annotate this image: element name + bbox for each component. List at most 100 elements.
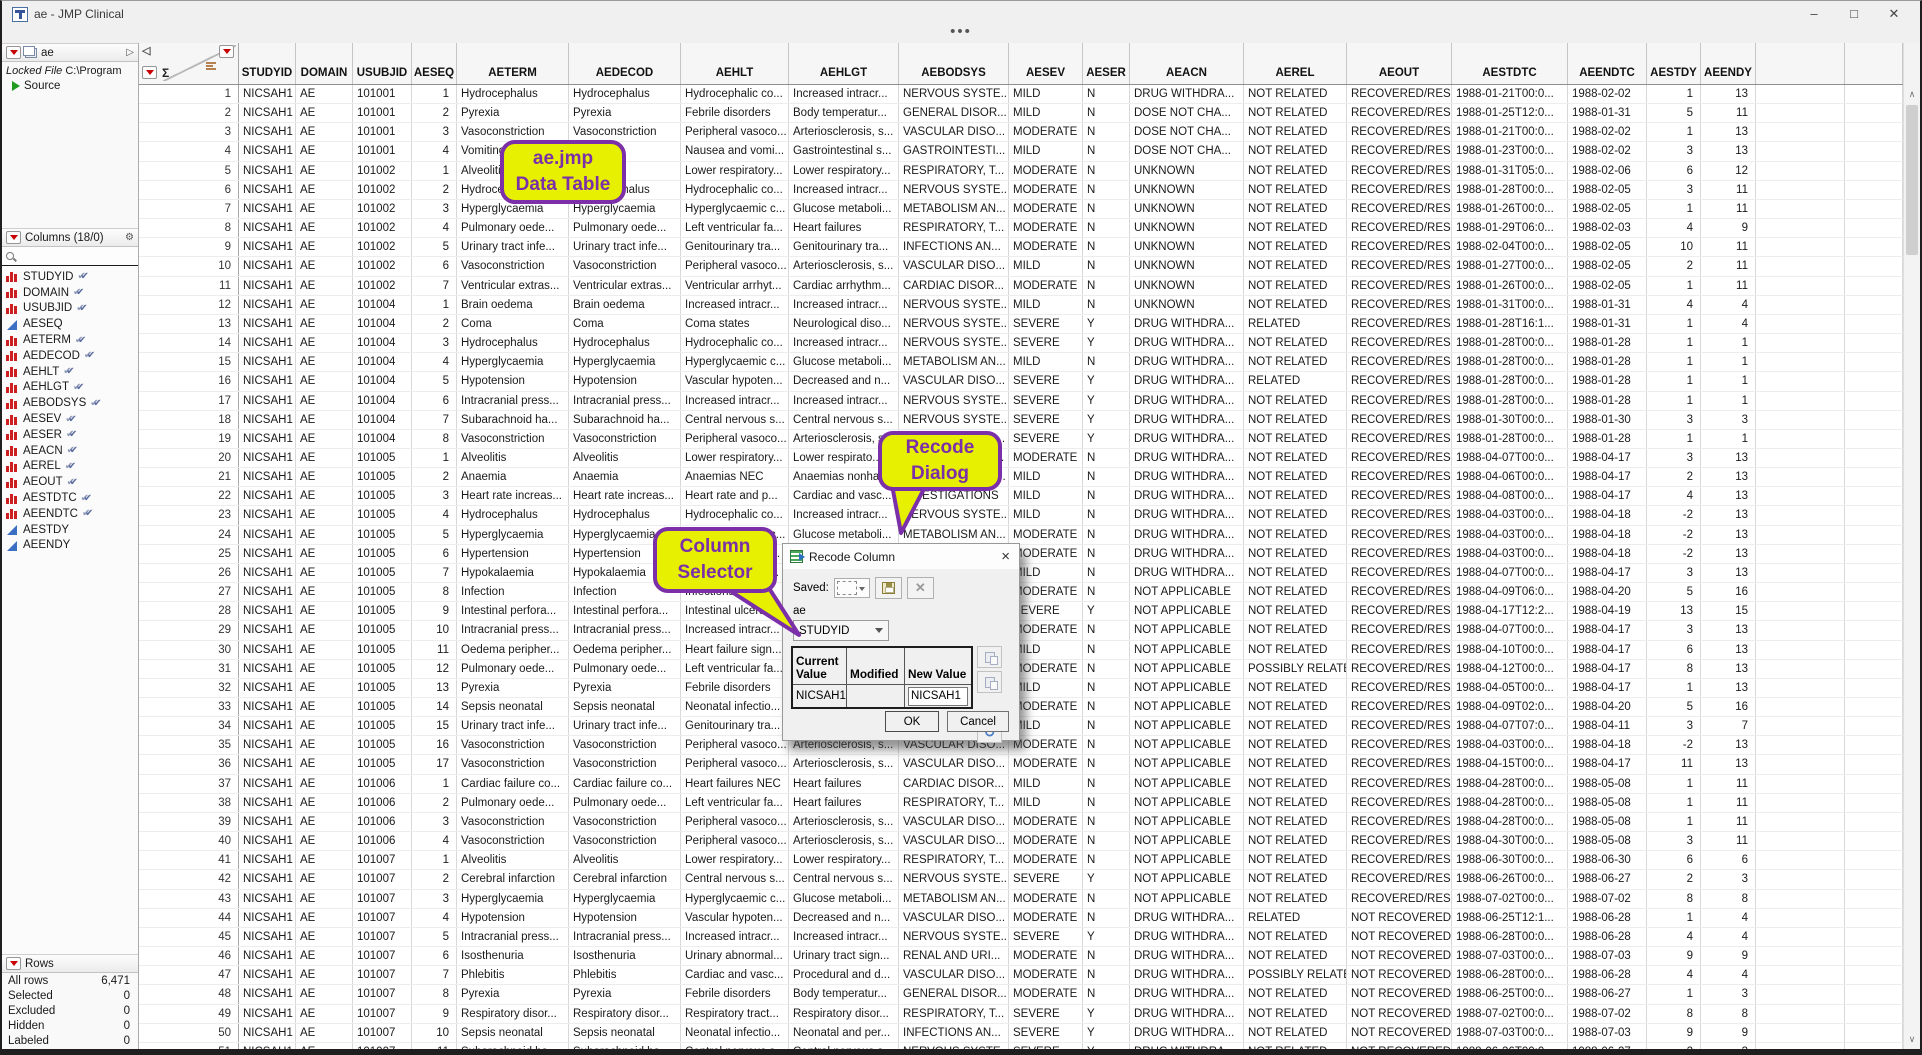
table-cell[interactable]: 1988-04-30T00:0... (1452, 832, 1568, 850)
table-cell[interactable]: MILD (1009, 641, 1083, 659)
table-cell[interactable]: NICSAH1 (239, 123, 296, 141)
table-cell[interactable]: 7 (412, 564, 457, 582)
table-cell[interactable]: AE (296, 583, 353, 601)
table-cell[interactable]: AE (296, 277, 353, 295)
table-cell[interactable]: RECOVERED/RES... (1347, 775, 1452, 793)
table-cell[interactable]: UNKNOWN (1130, 219, 1244, 237)
table-cell[interactable]: 9 (1701, 1024, 1756, 1042)
sidebar-column-item-aestdy[interactable]: AESTDY (2, 522, 138, 538)
table-cell[interactable]: 11 (412, 1043, 457, 1049)
table-cell[interactable]: Nausea and vomi... (681, 142, 789, 160)
table-cell[interactable]: 101001 (353, 104, 412, 122)
table-cell[interactable]: MILD (1009, 353, 1083, 371)
row-number[interactable]: 37 (139, 775, 239, 793)
table-cell[interactable] (1756, 966, 1845, 984)
table-cell[interactable]: DRUG WITHDRA... (1130, 468, 1244, 486)
table-cell[interactable]: Hypotension (569, 372, 681, 390)
table-cell[interactable] (1756, 851, 1845, 869)
table-cell[interactable]: 1 (412, 162, 457, 180)
table-cell[interactable]: NICSAH1 (239, 353, 296, 371)
table-cell[interactable]: NICSAH1 (239, 698, 296, 716)
table-cell[interactable]: 5 (1647, 583, 1701, 601)
table-cell[interactable]: 1988-04-18 (1568, 506, 1647, 524)
table-cell[interactable]: MODERATE (1009, 736, 1083, 754)
table-cell[interactable] (1845, 564, 1903, 582)
table-cell[interactable]: N (1083, 641, 1130, 659)
table-cell[interactable]: MILD (1009, 296, 1083, 314)
table-cell[interactable]: 1988-07-02 (1568, 1005, 1647, 1023)
table-cell[interactable]: NOT RELATED (1244, 985, 1347, 1003)
table-cell[interactable]: AE (296, 162, 353, 180)
table-cell[interactable]: Hydrocephalus (457, 506, 569, 524)
table-cell[interactable]: 1988-04-17 (1568, 755, 1647, 773)
table-cell[interactable]: Hydrocephalus (457, 85, 569, 103)
table-cell[interactable] (1756, 353, 1845, 371)
table-cell[interactable]: Oedema peripher... (457, 641, 569, 659)
table-cell[interactable]: Phlebitis (569, 966, 681, 984)
table-cell[interactable]: 1988-06-27 (1568, 870, 1647, 888)
table-cell[interactable] (1845, 238, 1903, 256)
table-cell[interactable] (1845, 1043, 1903, 1049)
table-cell[interactable]: Intestinal perfora... (569, 602, 681, 620)
row-number[interactable]: 10 (139, 257, 239, 275)
table-cell[interactable]: 101007 (353, 947, 412, 965)
table-cell[interactable]: 3 (1647, 449, 1701, 467)
sidebar-column-item-aesev[interactable]: AESEV✔ (2, 411, 138, 427)
table-cell[interactable]: NERVOUS SYSTE... (899, 315, 1009, 333)
table-cell[interactable]: NICSAH1 (239, 506, 296, 524)
table-cell[interactable]: 7 (1701, 717, 1756, 735)
column-header-AEACN[interactable]: AEACN (1130, 43, 1244, 84)
table-cell[interactable]: N (1083, 257, 1130, 275)
table-cell[interactable]: Urinary tract infe... (569, 717, 681, 735)
table-cell[interactable] (1845, 487, 1903, 505)
table-cell[interactable]: RECOVERED/RES... (1347, 85, 1452, 103)
table-cell[interactable]: N (1083, 506, 1130, 524)
column-header-AEDECOD[interactable]: AEDECOD (569, 43, 681, 84)
table-cell[interactable] (1756, 545, 1845, 563)
table-cell[interactable]: 1988-02-05 (1568, 277, 1647, 295)
row-number[interactable]: 49 (139, 1005, 239, 1023)
table-cell[interactable]: Hyperglycaemic c... (681, 890, 789, 908)
table-cell[interactable]: MILD (1009, 142, 1083, 160)
table-cell[interactable]: RECOVERED/RES... (1347, 851, 1452, 869)
table-cell[interactable]: 2 (1647, 257, 1701, 275)
table-cell[interactable]: 1988-06-30T00:0... (1452, 851, 1568, 869)
table-cell[interactable]: DOSE NOT CHA... (1130, 104, 1244, 122)
table-cell[interactable] (1845, 257, 1903, 275)
table-cell[interactable]: Peripheral vasoco... (681, 430, 789, 448)
table-cell[interactable]: 4 (412, 142, 457, 160)
table-cell[interactable]: RECOVERED/RES... (1347, 660, 1452, 678)
table-cell[interactable]: NICSAH1 (239, 813, 296, 831)
table-cell[interactable] (1845, 1005, 1903, 1023)
table-cell[interactable]: NICSAH1 (239, 449, 296, 467)
table-cell[interactable]: Central nervous s... (789, 1043, 899, 1049)
table-cell[interactable]: RECOVERED/RES... (1347, 487, 1452, 505)
table-cell[interactable]: AE (296, 928, 353, 946)
column-filter-icon[interactable] (206, 62, 216, 70)
table-cell[interactable]: 1988-01-28 (1568, 353, 1647, 371)
table-cell[interactable]: 1988-06-28T00:0... (1452, 928, 1568, 946)
table-cell[interactable]: 11 (1701, 200, 1756, 218)
row-number[interactable]: 5 (139, 162, 239, 180)
table-cell[interactable]: NOT RELATED (1244, 392, 1347, 410)
table-cell[interactable]: Vascular hypoten... (681, 372, 789, 390)
table-cell[interactable]: N (1083, 487, 1130, 505)
table-cell[interactable]: 1988-01-31 (1568, 104, 1647, 122)
table-cell[interactable]: Cardiac arrhythm... (789, 277, 899, 295)
table-cell[interactable]: Subarachnoid ha... (457, 1043, 569, 1049)
table-cell[interactable]: NICSAH1 (239, 372, 296, 390)
table-cell[interactable]: 1988-01-28T00:0... (1452, 181, 1568, 199)
scrollbar-thumb[interactable] (1906, 105, 1918, 255)
table-cell[interactable]: NICSAH1 (239, 717, 296, 735)
table-cell[interactable]: Respiratory disor... (789, 1005, 899, 1023)
table-cell[interactable]: RESPIRATORY, T... (899, 851, 1009, 869)
table-cell[interactable]: SEVERE (1009, 315, 1083, 333)
table-cell[interactable]: Neonatal infectio... (681, 698, 789, 716)
table-cell[interactable]: 12 (1701, 162, 1756, 180)
table-cell[interactable]: NICSAH1 (239, 181, 296, 199)
table-cell[interactable]: 1 (1647, 315, 1701, 333)
table-cell[interactable]: Hypotension (457, 372, 569, 390)
row-number[interactable]: 43 (139, 890, 239, 908)
table-cell[interactable]: NICSAH1 (239, 660, 296, 678)
table-cell[interactable]: N (1083, 85, 1130, 103)
